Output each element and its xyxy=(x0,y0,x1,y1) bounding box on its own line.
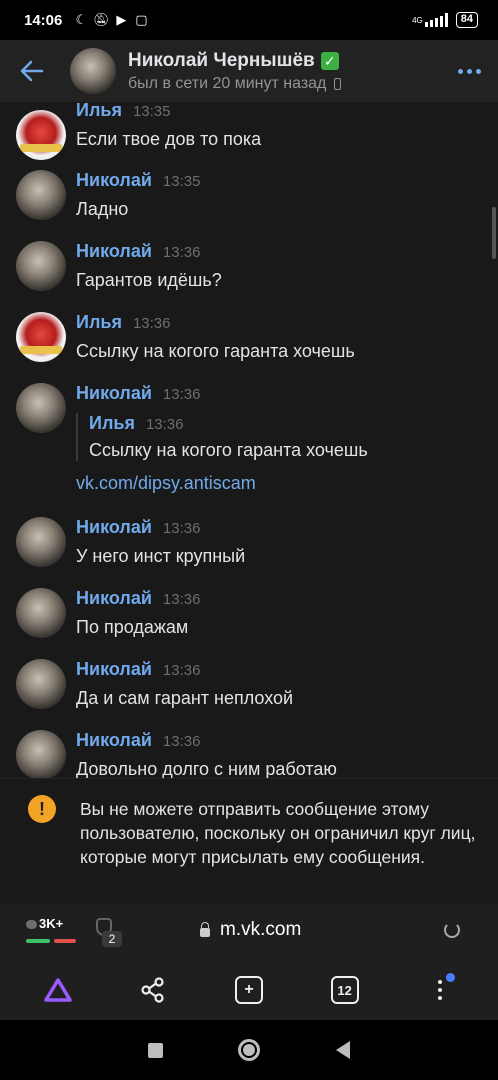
avatar[interactable] xyxy=(16,170,66,220)
tabs-button[interactable]: 12 xyxy=(320,965,370,1015)
message-text: Ссылку на когого гаранта хочешь xyxy=(76,341,355,361)
back-nav-icon[interactable] xyxy=(336,1041,351,1059)
positive-bar xyxy=(26,939,50,943)
browser-url-bar: 3K+ 2 m.vk.com xyxy=(0,904,498,960)
back-button[interactable] xyxy=(0,40,64,102)
negative-bar xyxy=(54,939,76,943)
app-notification-icon: ▢ xyxy=(135,12,148,27)
clock: 14:06 xyxy=(24,11,63,29)
message-author[interactable]: Николай xyxy=(76,517,152,538)
network-type: 4G xyxy=(412,15,423,25)
message-text: Довольно долго с ним работаю xyxy=(76,759,337,778)
mobile-icon xyxy=(334,77,342,90)
arrow-left-icon xyxy=(20,60,44,82)
message-text: Гарантов идёшь? xyxy=(76,270,222,290)
message-link[interactable]: vk.com/dipsy.antiscam xyxy=(76,473,486,494)
message-author[interactable]: Николай xyxy=(76,170,152,191)
avatar[interactable] xyxy=(16,517,66,567)
avatar[interactable] xyxy=(16,730,66,778)
status-bar: 14:06 ☾ 🔕︎ ▶ ▢ 4G 84 xyxy=(0,0,498,40)
message-text: Если твое дов то пока xyxy=(76,129,262,149)
moon-icon: ☾ xyxy=(75,12,88,27)
restriction-notice: ! Вы не можете отправить сообщение этому… xyxy=(0,778,498,904)
message-author[interactable]: Илья xyxy=(76,312,122,333)
youtube-icon: ▶ xyxy=(116,12,127,27)
new-tab-button[interactable]: + xyxy=(224,965,274,1015)
shield-count: 2 xyxy=(102,931,122,947)
message-text: Да и сам гарант неплохой xyxy=(76,688,294,708)
recents-icon[interactable] xyxy=(147,1042,163,1058)
check-mark-icon: ✓ xyxy=(320,51,339,70)
address-field[interactable]: m.vk.com xyxy=(200,919,301,941)
message-author[interactable]: Николай xyxy=(76,383,152,404)
contact-avatar[interactable] xyxy=(70,48,116,94)
avatar[interactable] xyxy=(16,312,66,362)
chat-header: Николай Чернышёв ✓ был в сети 20 минут н… xyxy=(0,40,498,102)
message-time: 13:36 xyxy=(162,520,201,537)
message-time: 13:36 xyxy=(162,662,201,679)
chat-bubble-icon xyxy=(26,920,37,930)
message-time: 13:36 xyxy=(162,591,201,608)
notice-text: Вы не можете отправить сообщение этому п… xyxy=(80,799,476,867)
comments-badge[interactable]: 3K+ xyxy=(26,916,63,931)
more-icon xyxy=(457,68,463,74)
quote-text: Ссылку на когого гаранта хочешь xyxy=(89,440,368,460)
message-author[interactable]: Илья xyxy=(76,102,122,121)
avatar[interactable] xyxy=(16,110,66,160)
plus-icon: + xyxy=(234,976,263,1004)
assistant-icon xyxy=(44,978,72,1002)
message-time: 13:36 xyxy=(162,244,201,261)
message-author[interactable]: Николай xyxy=(76,659,152,680)
message-text: По продажам xyxy=(76,617,189,637)
message-author[interactable]: Николай xyxy=(76,241,152,262)
system-nav-bar xyxy=(0,1020,498,1080)
home-icon[interactable] xyxy=(238,1039,261,1061)
contact-status: был в сети 20 минут назад xyxy=(128,74,327,92)
message-time: 13:36 xyxy=(162,733,201,750)
warning-icon: ! xyxy=(28,795,56,823)
quote-author: Илья xyxy=(89,413,135,433)
tabs-count: 12 xyxy=(330,976,359,1004)
avatar[interactable] xyxy=(16,659,66,709)
message-time: 13:35 xyxy=(162,173,201,190)
battery-icon: 84 xyxy=(455,12,478,28)
message-text: У него инст крупный xyxy=(76,546,246,566)
quote-time: 13:36 xyxy=(145,416,184,433)
avatar[interactable] xyxy=(16,383,66,433)
notification-dot xyxy=(446,973,456,982)
message-time: 13:36 xyxy=(132,315,171,332)
browser-toolbar: + 12 xyxy=(0,960,498,1020)
contact-info[interactable]: Николай Чернышёв ✓ был в сети 20 минут н… xyxy=(128,50,440,93)
message-time: 13:35 xyxy=(132,103,171,120)
reply-quote[interactable]: Илья 13:36 Ссылку на когого гаранта хоче… xyxy=(76,413,486,461)
url-text: m.vk.com xyxy=(220,919,302,940)
lock-icon xyxy=(200,921,210,937)
scrollbar[interactable] xyxy=(492,207,496,259)
reload-icon[interactable] xyxy=(444,922,460,938)
message-time: 13:36 xyxy=(162,386,201,403)
share-icon xyxy=(141,977,164,1003)
message-list[interactable]: Илья 13:35 Если твое дов то пока Николай… xyxy=(0,102,498,778)
bell-off-icon: 🔕︎ xyxy=(93,12,110,27)
message-text: Ладно xyxy=(76,199,129,219)
contact-name: Николай Чернышёв xyxy=(128,49,315,71)
menu-button[interactable] xyxy=(415,965,465,1015)
avatar[interactable] xyxy=(16,241,66,291)
share-button[interactable] xyxy=(128,965,178,1015)
avatar[interactable] xyxy=(16,588,66,638)
menu-icon xyxy=(438,980,443,1000)
alice-button[interactable] xyxy=(33,965,83,1015)
more-button[interactable] xyxy=(440,68,498,74)
signal-icon xyxy=(424,13,448,27)
message-author[interactable]: Николай xyxy=(76,730,152,751)
message-author[interactable]: Николай xyxy=(76,588,152,609)
